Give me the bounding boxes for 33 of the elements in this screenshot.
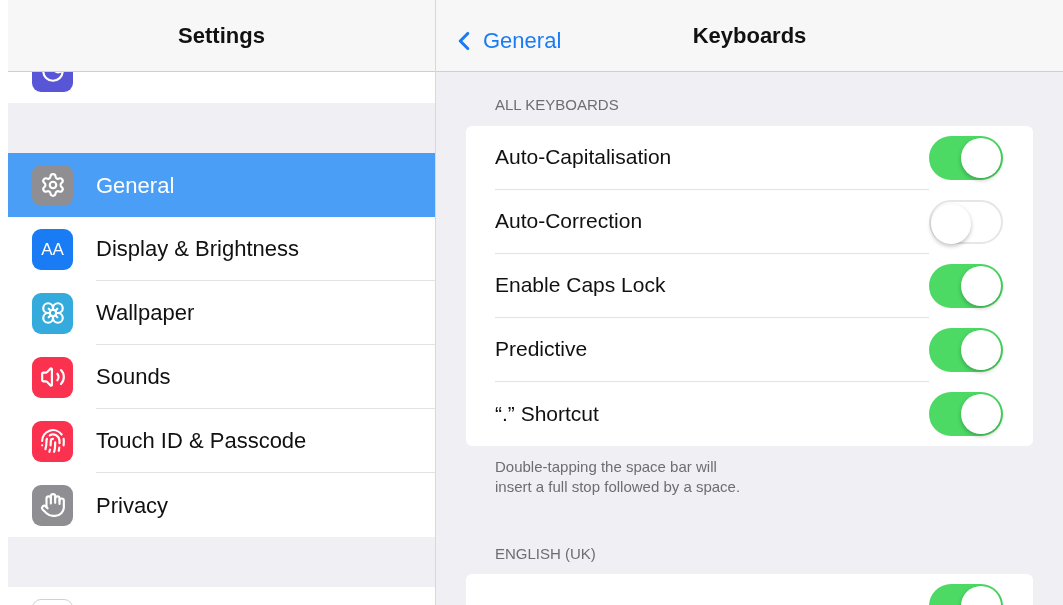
speaker-icon (32, 356, 73, 398)
setting-label: Predictive (495, 336, 589, 363)
item-label: General (96, 171, 175, 200)
sidebar-item[interactable]: Sounds (8, 345, 435, 409)
fingerprint-icon (32, 420, 73, 462)
flower-icon (32, 292, 73, 334)
item-label: Display & Brightness (96, 235, 299, 263)
toggle-switch[interactable] (929, 263, 1003, 308)
sidebar-item[interactable]: Touch ID & Passcode (8, 409, 435, 473)
toggle-switch[interactable] (929, 391, 1003, 436)
page-title: Keyboards (692, 22, 807, 50)
setting-label: “.” Shortcut (495, 400, 600, 427)
item-label: Wallpaper (96, 299, 195, 327)
back-button[interactable]: General (453, 24, 562, 57)
letters-icon: AA (32, 228, 73, 270)
sidebar-item[interactable]: Privacy (8, 473, 435, 537)
item-label: Touch ID & Passcode (96, 427, 307, 455)
hand-icon (32, 484, 73, 526)
section-header: ALL KEYBOARDS (494, 95, 620, 115)
setting-label: Auto-Capitalisation (495, 144, 673, 171)
section-footer: Double-tapping the space bar will insert a full stop followed by a space. (466, 456, 1033, 497)
item-label: Privacy (96, 491, 169, 520)
sidebar-title: Settings (178, 22, 265, 50)
section-header: ENGLISH (UK) (494, 543, 597, 564)
setting-label: Auto-Correction (495, 208, 644, 235)
sidebar-item[interactable]: AA Display & Brightness (8, 217, 435, 281)
toggle-switch[interactable] (929, 199, 1003, 244)
setting-label: Enable Caps Lock (495, 272, 667, 299)
toggle-switch[interactable] (929, 135, 1003, 180)
sidebar-item[interactable]: Wallpaper (8, 281, 435, 345)
gear-icon (32, 164, 73, 206)
toggle-switch[interactable] (929, 327, 1003, 372)
item-label: Sounds (96, 363, 171, 391)
